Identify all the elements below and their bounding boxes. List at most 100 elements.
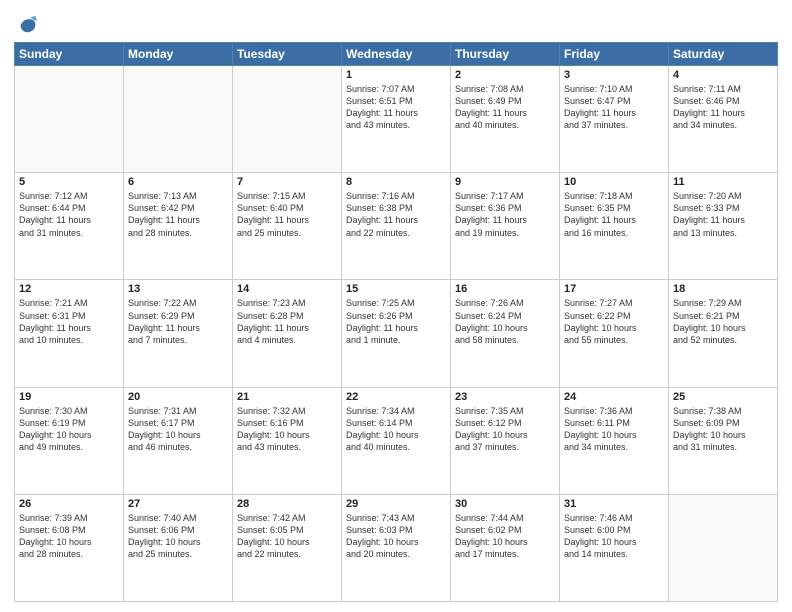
day-number: 18: [673, 283, 773, 295]
calendar-cell: 4 Sunrise: 7:11 AM Sunset: 6:46 PM Daylig…: [669, 66, 778, 173]
day-info: Sunrise: 7:26 AM Sunset: 6:24 PM Dayligh…: [455, 297, 555, 346]
day-info: Sunrise: 7:07 AM Sunset: 6:51 PM Dayligh…: [346, 83, 446, 132]
calendar-cell: 29 Sunrise: 7:43 AM Sunset: 6:03 PM Dayli…: [342, 494, 451, 601]
day-info: Sunrise: 7:25 AM Sunset: 6:26 PM Dayligh…: [346, 297, 446, 346]
calendar-header-thursday: Thursday: [451, 43, 560, 66]
calendar-header-saturday: Saturday: [669, 43, 778, 66]
day-info: Sunrise: 7:46 AM Sunset: 6:00 PM Dayligh…: [564, 512, 664, 561]
calendar-cell: 30 Sunrise: 7:44 AM Sunset: 6:02 PM Dayli…: [451, 494, 560, 601]
day-number: 28: [237, 498, 337, 510]
calendar-cell: 8 Sunrise: 7:16 AM Sunset: 6:38 PM Daylig…: [342, 173, 451, 280]
day-info: Sunrise: 7:32 AM Sunset: 6:16 PM Dayligh…: [237, 405, 337, 454]
day-info: Sunrise: 7:40 AM Sunset: 6:06 PM Dayligh…: [128, 512, 228, 561]
day-info: Sunrise: 7:17 AM Sunset: 6:36 PM Dayligh…: [455, 190, 555, 239]
day-info: Sunrise: 7:35 AM Sunset: 6:12 PM Dayligh…: [455, 405, 555, 454]
day-number: 10: [564, 176, 664, 188]
calendar-cell: 7 Sunrise: 7:15 AM Sunset: 6:40 PM Daylig…: [233, 173, 342, 280]
calendar-cell: 20 Sunrise: 7:31 AM Sunset: 6:17 PM Dayli…: [124, 387, 233, 494]
day-info: Sunrise: 7:22 AM Sunset: 6:29 PM Dayligh…: [128, 297, 228, 346]
calendar-cell: 9 Sunrise: 7:17 AM Sunset: 6:36 PM Daylig…: [451, 173, 560, 280]
calendar-week-2: 12Sunrise: 7:21 AM Sunset: 6:31 PM Dayli…: [15, 280, 778, 387]
day-number: 9: [455, 176, 555, 188]
day-number: 29: [346, 498, 446, 510]
day-number: 26: [19, 498, 119, 510]
day-info: Sunrise: 7:29 AM Sunset: 6:21 PM Dayligh…: [673, 297, 773, 346]
calendar-cell: 25 Sunrise: 7:38 AM Sunset: 6:09 PM Dayli…: [669, 387, 778, 494]
day-info: Sunrise: 7:27 AM Sunset: 6:22 PM Dayligh…: [564, 297, 664, 346]
calendar-table: SundayMondayTuesdayWednesdayThursdayFrid…: [14, 42, 778, 602]
calendar-cell: 14 Sunrise: 7:23 AM Sunset: 6:28 PM Dayli…: [233, 280, 342, 387]
day-number: 19: [19, 391, 119, 403]
day-number: 24: [564, 391, 664, 403]
day-info: Sunrise: 7:16 AM Sunset: 6:38 PM Dayligh…: [346, 190, 446, 239]
calendar-cell: 26 Sunrise: 7:39 AM Sunset: 6:08 PM Dayli…: [15, 494, 124, 601]
day-info: Sunrise: 7:12 AM Sunset: 6:44 PM Dayligh…: [19, 190, 119, 239]
day-info: Sunrise: 7:43 AM Sunset: 6:03 PM Dayligh…: [346, 512, 446, 561]
calendar-cell: 11Sunrise: 7:20 AM Sunset: 6:33 PM Dayli…: [669, 173, 778, 280]
day-info: Sunrise: 7:23 AM Sunset: 6:28 PM Dayligh…: [237, 297, 337, 346]
day-info: Sunrise: 7:36 AM Sunset: 6:11 PM Dayligh…: [564, 405, 664, 454]
calendar-header-friday: Friday: [560, 43, 669, 66]
day-info: Sunrise: 7:38 AM Sunset: 6:09 PM Dayligh…: [673, 405, 773, 454]
day-number: 4: [673, 69, 773, 81]
calendar-cell: 24 Sunrise: 7:36 AM Sunset: 6:11 PM Dayli…: [560, 387, 669, 494]
day-info: Sunrise: 7:18 AM Sunset: 6:35 PM Dayligh…: [564, 190, 664, 239]
day-info: Sunrise: 7:34 AM Sunset: 6:14 PM Dayligh…: [346, 405, 446, 454]
calendar-cell: 16 Sunrise: 7:26 AM Sunset: 6:24 PM Dayli…: [451, 280, 560, 387]
page: SundayMondayTuesdayWednesdayThursdayFrid…: [0, 0, 792, 612]
calendar-cell: 18 Sunrise: 7:29 AM Sunset: 6:21 PM Dayli…: [669, 280, 778, 387]
day-info: Sunrise: 7:10 AM Sunset: 6:47 PM Dayligh…: [564, 83, 664, 132]
day-info: Sunrise: 7:08 AM Sunset: 6:49 PM Dayligh…: [455, 83, 555, 132]
day-info: Sunrise: 7:20 AM Sunset: 6:33 PM Dayligh…: [673, 190, 773, 239]
calendar-cell: 12Sunrise: 7:21 AM Sunset: 6:31 PM Dayli…: [15, 280, 124, 387]
calendar-cell: 6Sunrise: 7:13 AM Sunset: 6:42 PM Daylig…: [124, 173, 233, 280]
day-number: 23: [455, 391, 555, 403]
day-number: 3: [564, 69, 664, 81]
calendar-week-4: 26 Sunrise: 7:39 AM Sunset: 6:08 PM Dayli…: [15, 494, 778, 601]
day-number: 20: [128, 391, 228, 403]
calendar-cell: 28Sunrise: 7:42 AM Sunset: 6:05 PM Dayli…: [233, 494, 342, 601]
calendar-cell: 2 Sunrise: 7:08 AM Sunset: 6:49 PM Daylig…: [451, 66, 560, 173]
day-number: 16: [455, 283, 555, 295]
calendar-header-wednesday: Wednesday: [342, 43, 451, 66]
day-info: Sunrise: 7:44 AM Sunset: 6:02 PM Dayligh…: [455, 512, 555, 561]
calendar-header-row: SundayMondayTuesdayWednesdayThursdayFrid…: [15, 43, 778, 66]
day-info: Sunrise: 7:30 AM Sunset: 6:19 PM Dayligh…: [19, 405, 119, 454]
calendar-header-tuesday: Tuesday: [233, 43, 342, 66]
calendar-cell: 23 Sunrise: 7:35 AM Sunset: 6:12 PM Dayli…: [451, 387, 560, 494]
calendar-cell: 17 Sunrise: 7:27 AM Sunset: 6:22 PM Dayli…: [560, 280, 669, 387]
day-number: 30: [455, 498, 555, 510]
calendar-cell: 13Sunrise: 7:22 AM Sunset: 6:29 PM Dayli…: [124, 280, 233, 387]
day-number: 14: [237, 283, 337, 295]
calendar-week-3: 19 Sunrise: 7:30 AM Sunset: 6:19 PM Dayli…: [15, 387, 778, 494]
day-number: 7: [237, 176, 337, 188]
calendar-week-1: 5 Sunrise: 7:12 AM Sunset: 6:44 PM Daylig…: [15, 173, 778, 280]
day-number: 12: [19, 283, 119, 295]
day-info: Sunrise: 7:11 AM Sunset: 6:46 PM Dayligh…: [673, 83, 773, 132]
calendar-cell: 21Sunrise: 7:32 AM Sunset: 6:16 PM Dayli…: [233, 387, 342, 494]
logo: [14, 14, 39, 36]
calendar-cell: 10 Sunrise: 7:18 AM Sunset: 6:35 PM Dayli…: [560, 173, 669, 280]
day-number: 17: [564, 283, 664, 295]
day-number: 15: [346, 283, 446, 295]
calendar-cell: [15, 66, 124, 173]
calendar-cell: 15 Sunrise: 7:25 AM Sunset: 6:26 PM Dayli…: [342, 280, 451, 387]
calendar-cell: 3 Sunrise: 7:10 AM Sunset: 6:47 PM Daylig…: [560, 66, 669, 173]
day-number: 5: [19, 176, 119, 188]
day-number: 27: [128, 498, 228, 510]
day-number: 25: [673, 391, 773, 403]
day-number: 22: [346, 391, 446, 403]
calendar-cell: 22 Sunrise: 7:34 AM Sunset: 6:14 PM Dayli…: [342, 387, 451, 494]
day-number: 31: [564, 498, 664, 510]
day-info: Sunrise: 7:13 AM Sunset: 6:42 PM Dayligh…: [128, 190, 228, 239]
day-info: Sunrise: 7:39 AM Sunset: 6:08 PM Dayligh…: [19, 512, 119, 561]
day-info: Sunrise: 7:31 AM Sunset: 6:17 PM Dayligh…: [128, 405, 228, 454]
day-number: 2: [455, 69, 555, 81]
day-info: Sunrise: 7:15 AM Sunset: 6:40 PM Dayligh…: [237, 190, 337, 239]
calendar-cell: [124, 66, 233, 173]
day-number: 8: [346, 176, 446, 188]
calendar-week-0: 1Sunrise: 7:07 AM Sunset: 6:51 PM Daylig…: [15, 66, 778, 173]
calendar-header-sunday: Sunday: [15, 43, 124, 66]
calendar-header-monday: Monday: [124, 43, 233, 66]
calendar-cell: 1Sunrise: 7:07 AM Sunset: 6:51 PM Daylig…: [342, 66, 451, 173]
